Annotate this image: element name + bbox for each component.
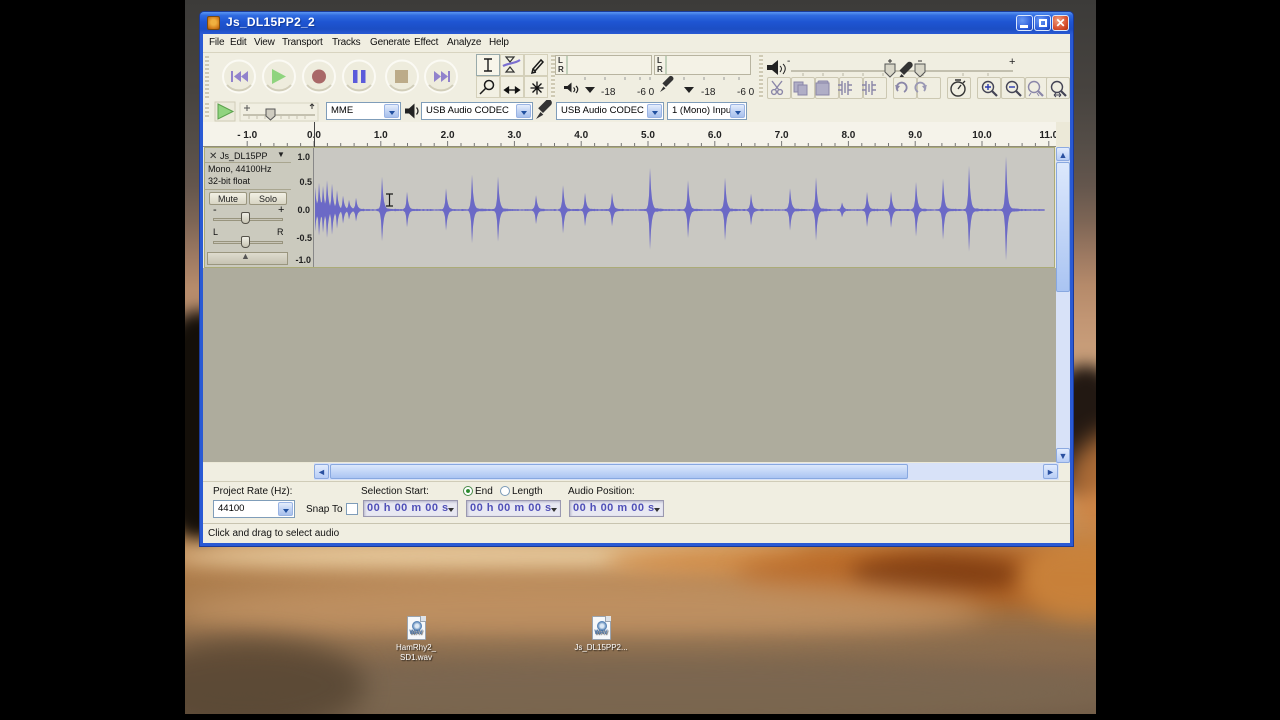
svg-text:5.0: 5.0 [641, 130, 655, 141]
svg-text:4.0: 4.0 [574, 130, 588, 141]
svg-text:- 1.0: - 1.0 [237, 130, 257, 141]
svg-text:-: - [787, 56, 790, 67]
svg-text:1.0: 1.0 [374, 130, 388, 141]
svg-text:11.0: 11.0 [1039, 130, 1056, 141]
svg-text:9.0: 9.0 [908, 130, 922, 141]
svg-text:8.0: 8.0 [841, 130, 855, 141]
svg-text:+: + [1009, 56, 1015, 68]
svg-text:-6 0: -6 0 [737, 87, 755, 98]
svg-text:6.0: 6.0 [708, 130, 722, 141]
svg-text:3.0: 3.0 [507, 130, 521, 141]
svg-text:10.0: 10.0 [972, 130, 992, 141]
svg-text:7.0: 7.0 [775, 130, 789, 141]
svg-text:-18: -18 [701, 87, 716, 98]
svg-text:-6 0: -6 0 [637, 87, 655, 98]
svg-text:2.0: 2.0 [441, 130, 455, 141]
svg-text:-18: -18 [601, 87, 616, 98]
